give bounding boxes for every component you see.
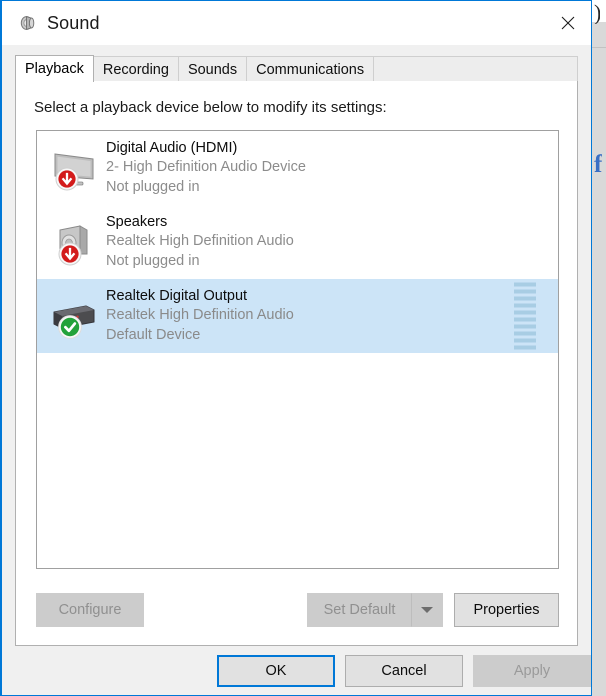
instruction-label: Select a playback device below to modify… bbox=[34, 99, 387, 116]
device-list-item[interactable]: Digital Audio (HDMI) 2- High Definition … bbox=[37, 131, 558, 205]
background-clipped-glyph: ) bbox=[594, 2, 601, 24]
volume-meter-segment bbox=[514, 282, 536, 287]
device-name: Speakers bbox=[106, 214, 168, 231]
tab-recording[interactable]: Recording bbox=[92, 56, 179, 82]
device-status: Not plugged in bbox=[106, 178, 200, 195]
monitor-icon bbox=[46, 142, 98, 194]
dialog-footer: OK Cancel Apply bbox=[2, 646, 591, 695]
tab-sounds[interactable]: Sounds bbox=[177, 56, 248, 82]
device-text-block: Realtek Digital Output Realtek High Defi… bbox=[106, 287, 294, 345]
device-status: Default Device bbox=[106, 326, 201, 343]
device-text-block: Digital Audio (HDMI) 2- High Definition … bbox=[106, 139, 306, 197]
volume-meter-segment bbox=[514, 296, 536, 301]
playback-tab-page: Select a playback device below to modify… bbox=[15, 81, 578, 646]
volume-meter-segment bbox=[514, 310, 536, 315]
tab-strip: Playback Recording Sounds Communications bbox=[15, 55, 591, 82]
device-description: Realtek High Definition Audio bbox=[106, 307, 294, 324]
device-description: 2- High Definition Audio Device bbox=[106, 159, 306, 176]
volume-meter-segment bbox=[514, 345, 536, 350]
volume-meter-segment bbox=[514, 289, 536, 294]
apply-button[interactable]: Apply bbox=[473, 654, 591, 687]
set-default-button[interactable]: Set Default bbox=[307, 593, 411, 627]
sound-dialog: Sound Playback Recording Sounds Communic… bbox=[0, 0, 592, 696]
device-list-item-selected[interactable]: Realtek Digital Output Realtek High Defi… bbox=[37, 279, 558, 353]
background-clipped-link-glyph: f bbox=[594, 152, 603, 177]
tab-playback[interactable]: Playback bbox=[15, 55, 94, 82]
device-description: Realtek High Definition Audio bbox=[106, 233, 294, 250]
tab-strip-filler bbox=[373, 56, 578, 82]
volume-meter-segment bbox=[514, 303, 536, 308]
device-list-item[interactable]: Speakers Realtek High Definition Audio N… bbox=[37, 205, 558, 279]
set-default-split-button: Set Default bbox=[307, 593, 443, 627]
device-text-block: Speakers Realtek High Definition Audio N… bbox=[106, 213, 294, 271]
cancel-button[interactable]: Cancel bbox=[345, 654, 463, 687]
ok-button[interactable]: OK bbox=[217, 654, 335, 687]
chevron-down-icon[interactable] bbox=[411, 593, 443, 627]
volume-meter-segment bbox=[514, 331, 536, 336]
speaker-box-icon bbox=[46, 216, 98, 268]
device-name: Realtek Digital Output bbox=[106, 288, 248, 305]
device-action-button-row: Configure Set Default Properties bbox=[36, 593, 559, 627]
tab-communications[interactable]: Communications bbox=[246, 56, 375, 82]
volume-meter-segment bbox=[514, 338, 536, 343]
device-status: Not plugged in bbox=[106, 252, 200, 269]
title-bar: Sound bbox=[2, 1, 591, 45]
window-title: Sound bbox=[47, 12, 100, 33]
playback-device-list[interactable]: Digital Audio (HDMI) 2- High Definition … bbox=[36, 130, 559, 569]
volume-level-meter bbox=[514, 282, 536, 350]
volume-meter-segment bbox=[514, 317, 536, 322]
speaker-icon bbox=[17, 13, 37, 33]
device-name: Digital Audio (HDMI) bbox=[106, 140, 238, 157]
close-button[interactable] bbox=[545, 1, 591, 45]
volume-meter-segment bbox=[514, 324, 536, 329]
close-icon bbox=[561, 16, 575, 30]
digital-output-icon bbox=[46, 290, 98, 342]
properties-button[interactable]: Properties bbox=[454, 593, 559, 627]
dialog-client-area: Playback Recording Sounds Communications… bbox=[2, 45, 591, 695]
configure-button[interactable]: Configure bbox=[36, 593, 144, 627]
